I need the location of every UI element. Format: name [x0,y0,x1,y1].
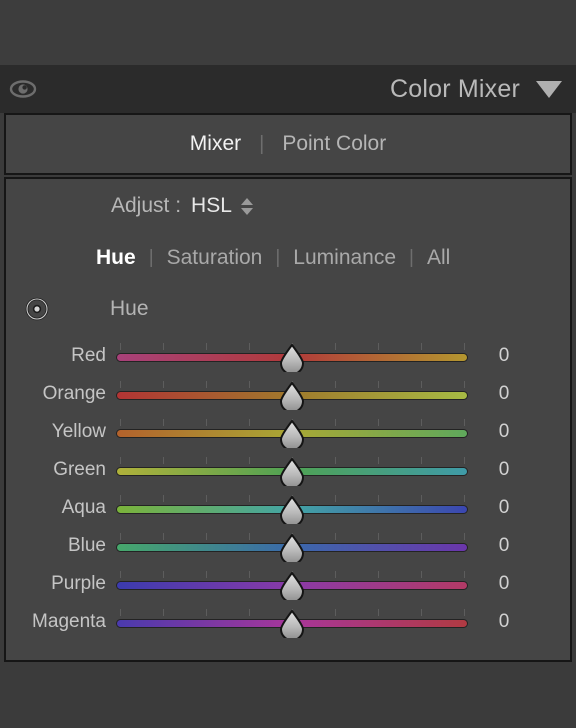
slider-purple[interactable] [116,569,468,604]
slider-yellow[interactable] [116,417,468,452]
slider-row: Magenta 0 [6,603,570,642]
up-down-stepper-icon[interactable] [240,197,253,215]
page-title: Color Mixer [390,74,520,103]
mode-divider: | [148,247,154,268]
slider-row: Aqua 0 [6,489,570,528]
tab-divider: | [259,133,265,155]
color-mixer-panel-header: Color Mixer [0,65,576,113]
adjust-row: Adjust : HSL [6,179,570,233]
slider-row: Red 0 [6,337,570,376]
mode-divider: | [409,247,414,268]
slider-row: Blue 0 [6,527,570,566]
adjust-mode-select[interactable]: HSL [191,194,232,218]
slider-red[interactable] [116,341,468,376]
slider-handle[interactable] [279,495,305,528]
slider-value-purple[interactable]: 0 [468,573,540,595]
slider-handle[interactable] [279,381,305,414]
tab-saturation[interactable]: Saturation [167,246,263,270]
slider-row: Yellow 0 [6,413,570,452]
section-header: Hue [6,283,570,335]
slider-value-magenta[interactable]: 0 [468,611,540,633]
slider-handle[interactable] [279,571,305,604]
slider-value-red[interactable]: 0 [468,345,540,367]
slider-value-green[interactable]: 0 [468,459,540,481]
slider-row: Purple 0 [6,565,570,604]
tab-all[interactable]: All [427,246,450,270]
slider-handle[interactable] [279,343,305,376]
slider-handle[interactable] [279,609,305,642]
hsl-mode-tabs: Hue | Saturation | Luminance | All [6,233,570,283]
adjust-label: Adjust : [111,194,182,217]
slider-handle[interactable] [279,419,305,452]
slider-aqua[interactable] [116,493,468,528]
slider-value-yellow[interactable]: 0 [468,421,540,443]
triangle-down-icon[interactable] [536,80,562,98]
slider-value-aqua[interactable]: 0 [468,497,540,519]
slider-green[interactable] [116,455,468,490]
mode-divider: | [275,247,281,268]
tab-hue[interactable]: Hue [96,246,136,270]
eye-icon[interactable] [8,78,38,100]
slider-blue[interactable] [116,531,468,566]
mixer-tab-bar: Mixer | Point Color [4,113,572,175]
slider-label-red: Red [71,345,106,366]
tab-mixer[interactable]: Mixer [188,132,243,156]
slider-label-magenta: Magenta [32,611,106,632]
section-title: Hue [110,297,149,320]
slider-label-green: Green [53,459,106,480]
slider-label-orange: Orange [42,383,106,404]
slider-row: Orange 0 [6,375,570,414]
slider-value-orange[interactable]: 0 [468,383,540,405]
target-adjustment-icon[interactable] [24,296,50,322]
tab-point-color[interactable]: Point Color [280,132,388,156]
slider-row: Green 0 [6,451,570,490]
slider-handle[interactable] [279,533,305,566]
slider-label-blue: Blue [67,535,106,556]
slider-orange[interactable] [116,379,468,414]
slider-value-blue[interactable]: 0 [468,535,540,557]
slider-label-purple: Purple [51,573,106,594]
mixer-body: Adjust : HSL Hue | Saturation | Luminanc… [4,177,572,662]
slider-label-aqua: Aqua [61,497,106,518]
slider-handle[interactable] [279,457,305,490]
slider-label-yellow: Yellow [51,421,106,442]
hue-slider-list: Red 0 Orange 0 Yellow 0 Green 0 Aqua 0 Blue 0 Purple… [6,335,570,642]
tab-luminance[interactable]: Luminance [293,246,396,270]
workspace-background [0,0,576,65]
slider-magenta[interactable] [116,607,468,642]
